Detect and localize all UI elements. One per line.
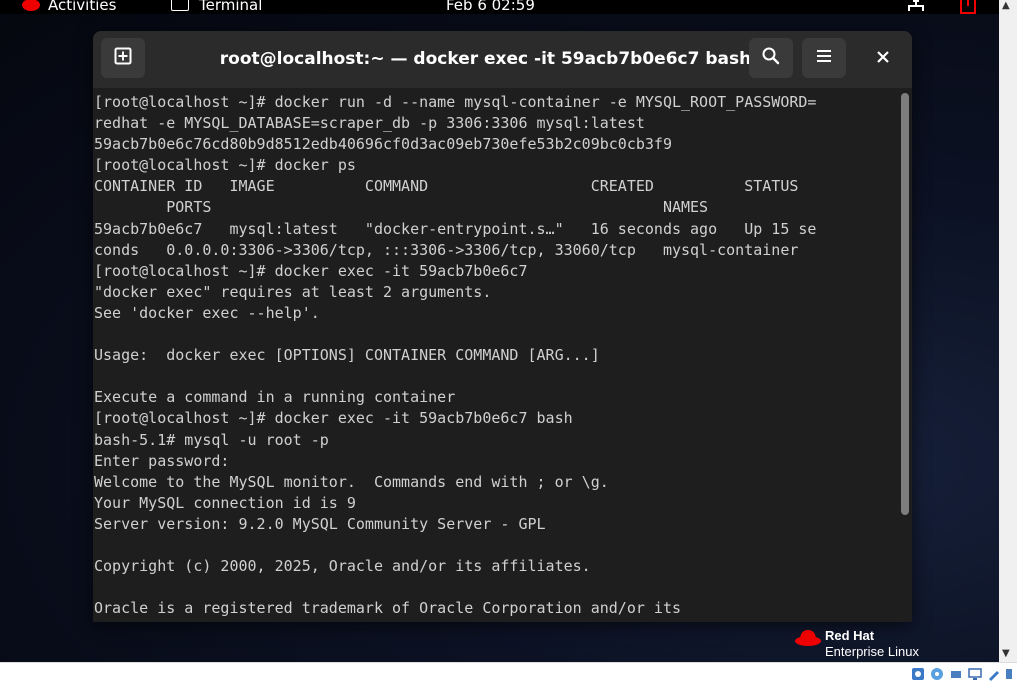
scrollbar-thumb[interactable] — [901, 93, 909, 515]
display-icon[interactable] — [968, 666, 982, 680]
terminal-line: [root@localhost ~]# docker exec -it 59ac… — [94, 409, 573, 428]
terminal-scrollbar[interactable] — [897, 88, 912, 622]
new-tab-button[interactable] — [101, 38, 145, 78]
search-icon — [761, 46, 781, 70]
terminal-output[interactable]: [root@localhost ~]# docker run -d --name… — [93, 88, 897, 622]
top-bar: Activities Terminal Feb 6 02:59 — [0, 0, 999, 14]
shared-folder-icon[interactable] — [987, 666, 1001, 681]
terminal-line: 59acb7b0e6c7 mysql:latest "docker-entryp… — [94, 219, 817, 238]
power-icon[interactable] — [957, 0, 979, 14]
activities-button[interactable]: Activities — [48, 0, 116, 14]
terminal-line: "docker exec" requires at least 2 argume… — [94, 282, 492, 301]
terminal-line: conds 0.0.0.0:3306->3306/tcp, :::3306->3… — [94, 240, 799, 259]
audio-icon[interactable] — [949, 666, 963, 680]
terminal-line: Enter password: — [94, 451, 230, 470]
terminal-app-icon — [171, 0, 189, 11]
host-vertical-scrollbar[interactable]: ▲ ▼ — [999, 0, 1017, 662]
terminal-line: PORTS NAMES — [94, 198, 709, 217]
scroll-up-arrow-icon[interactable]: ▲ — [1002, 0, 1010, 11]
redhat-logo: Red Hat Enterprise Linux — [794, 628, 934, 662]
search-button[interactable] — [749, 38, 793, 78]
optical-drive-icon[interactable] — [930, 666, 944, 680]
redhat-logo-hat-icon — [794, 628, 822, 654]
new-tab-icon — [113, 46, 133, 70]
terminal-line: Welcome to the MySQL monitor. Commands e… — [94, 472, 609, 491]
scroll-down-arrow-icon[interactable]: ▼ — [1002, 648, 1010, 659]
logo-line-1: Red Hat — [825, 628, 875, 643]
terminal-line: Execute a command in a running container — [94, 388, 456, 407]
window-title: root@localhost:~ — docker exec -it 59acb… — [219, 49, 752, 69]
terminal-line: 59acb7b0e6c76cd80b9d8512edb40696cf0d3ac0… — [94, 135, 672, 154]
terminal-line: redhat -e MYSQL_DATABASE=scraper_db -p 3… — [94, 114, 645, 133]
network-icon[interactable] — [905, 0, 927, 14]
usb-icon[interactable] — [1002, 666, 1016, 680]
app-menu-terminal[interactable]: Terminal — [199, 0, 262, 14]
terminal-lines: [root@localhost ~]# docker run -d --name… — [93, 88, 897, 619]
terminal-line: [root@localhost ~]# docker exec -it 59ac… — [94, 261, 528, 280]
terminal-window: root@localhost:~ — docker exec -it 59acb… — [93, 31, 912, 622]
logo-line-2: Enterprise Linux — [825, 644, 919, 659]
clock[interactable]: Feb 6 02:59 — [446, 0, 535, 14]
window-header: root@localhost:~ — docker exec -it 59acb… — [93, 31, 912, 88]
terminal-line: Your MySQL connection id is 9 — [94, 493, 356, 512]
terminal-line: [root@localhost ~]# docker ps — [94, 156, 356, 175]
desktop: Activities Terminal Feb 6 02:59 root@loc… — [0, 0, 999, 662]
close-icon — [876, 49, 890, 68]
terminal-line: CONTAINER ID IMAGE COMMAND CREATED STATU… — [94, 177, 799, 196]
terminal-line: Server version: 9.2.0 MySQL Community Se… — [94, 514, 546, 533]
terminal-line: Oracle is a registered trademark of Orac… — [94, 599, 681, 618]
terminal-line: bash-5.1# mysql -u root -p — [94, 430, 329, 449]
close-button[interactable] — [868, 43, 898, 73]
terminal-line: Copyright (c) 2000, 2025, Oracle and/or … — [94, 557, 591, 576]
host-status-bar — [0, 662, 1017, 683]
menu-button[interactable] — [802, 38, 846, 78]
terminal-line: See 'docker exec --help'. — [94, 303, 320, 322]
disk-icon[interactable] — [911, 666, 925, 680]
hamburger-menu-icon — [815, 48, 833, 68]
redhat-hat-icon — [20, 0, 42, 14]
terminal-line: [root@localhost ~]# docker run -d --name… — [94, 93, 817, 111]
terminal-line: Usage: docker exec [OPTIONS] CONTAINER C… — [94, 346, 600, 365]
